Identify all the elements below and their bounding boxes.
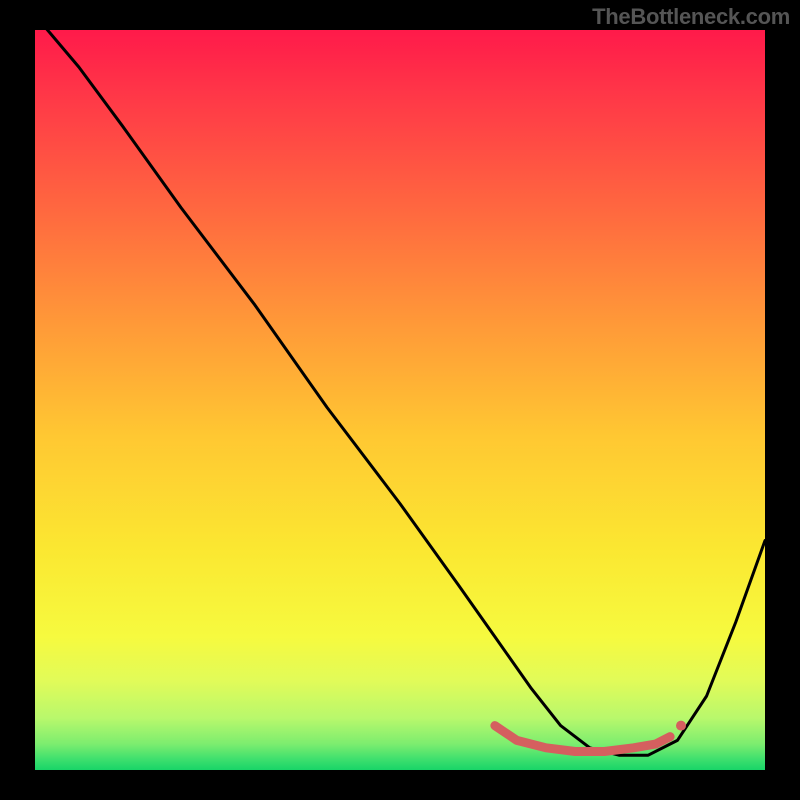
plot-area (35, 30, 765, 770)
optimal-range-end-dot (676, 721, 686, 731)
curve-layer (35, 30, 765, 770)
bottleneck-curve (35, 30, 765, 755)
chart-container: TheBottleneck.com (0, 0, 800, 800)
optimal-range-marker (495, 726, 670, 752)
watermark-text: TheBottleneck.com (592, 4, 790, 30)
